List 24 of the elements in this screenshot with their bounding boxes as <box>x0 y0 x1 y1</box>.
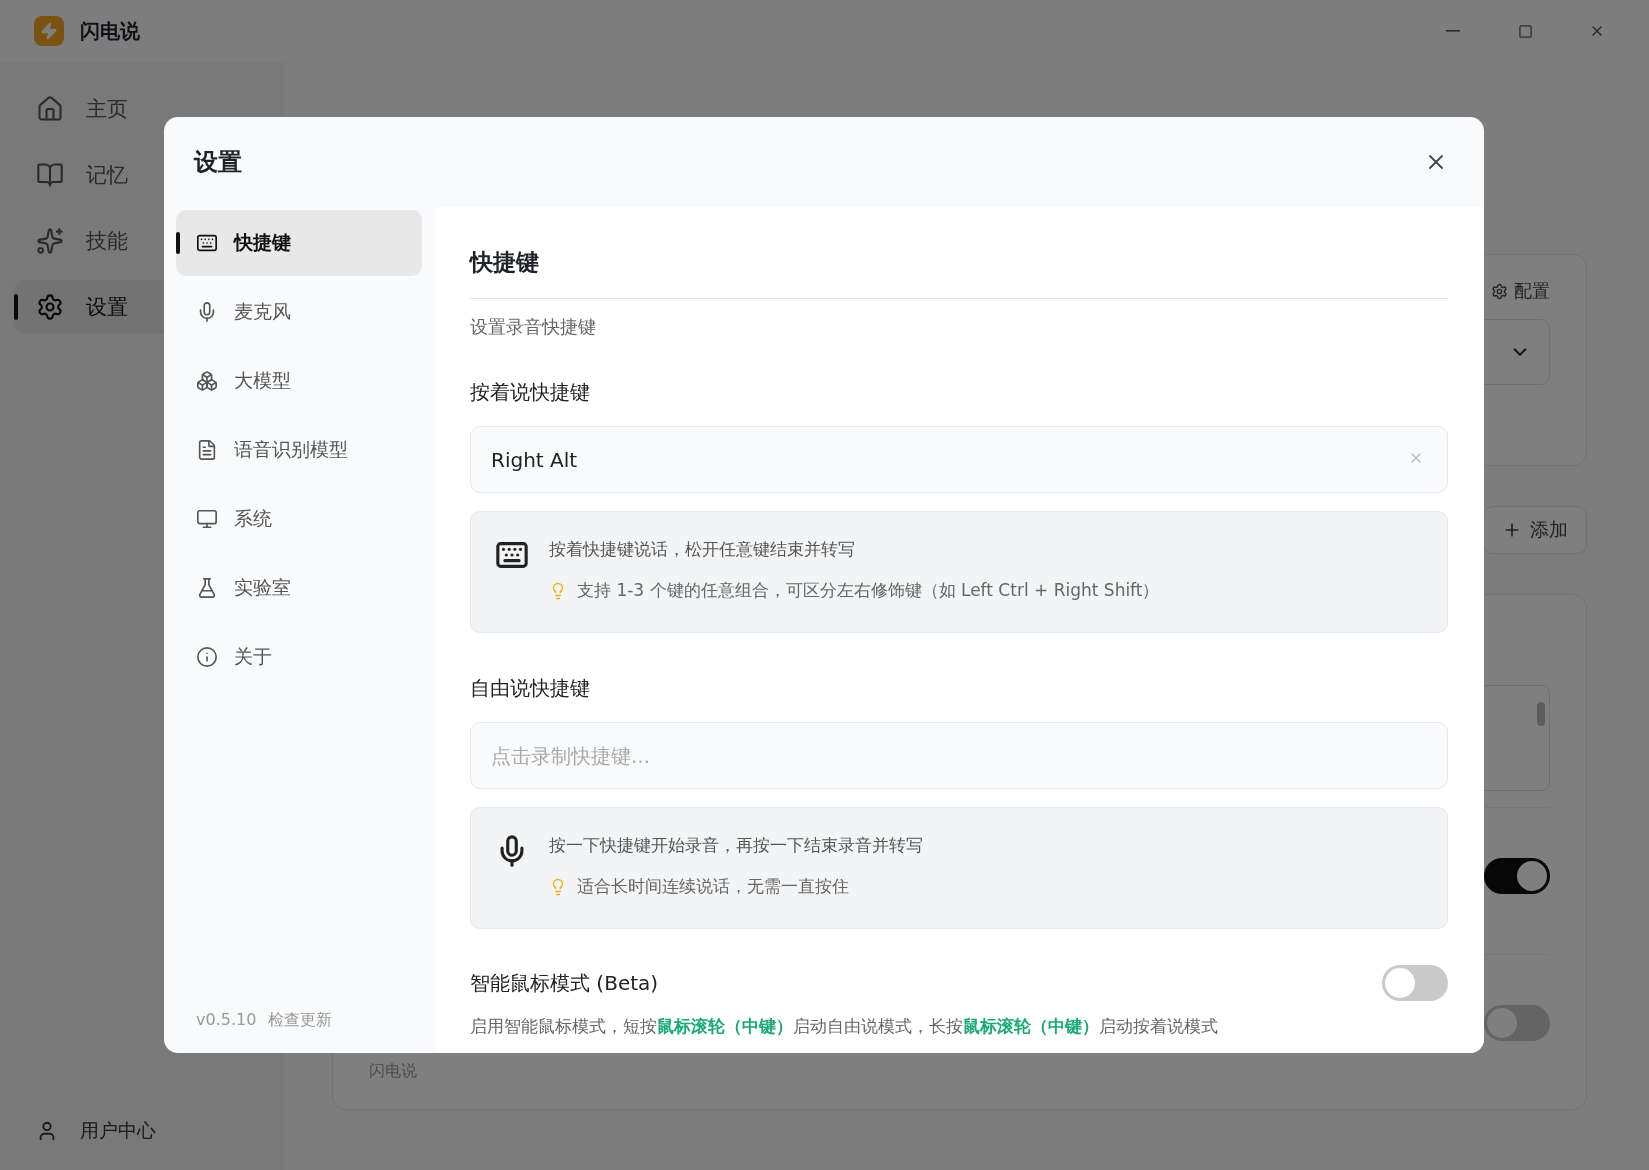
tip-text: 适合长时间连续说话，无需一直按住 <box>577 875 849 898</box>
shortcut-field[interactable]: Right Alt <box>470 426 1448 493</box>
settings-nav-item[interactable]: 语音识别模型 <box>176 417 422 483</box>
user-center-link[interactable]: 用户中心 <box>14 1118 270 1144</box>
setting-description: 启用智能鼠标模式，短按鼠标滚轮（中键）启动自由说模式，长按鼠标滚轮（中键）启动按着说模式 <box>470 1015 1219 1038</box>
section-title: 快捷键 <box>470 247 1448 299</box>
field-label: 自由说快捷键 <box>470 675 591 702</box>
settings-nav-item[interactable]: 系统 <box>176 486 422 552</box>
tip-text: 支持 1-3 个键的任意组合，可区分左右修饰键（如 Left Ctrl + Right Shift） <box>577 579 1160 602</box>
section-subtitle: 设置录音快捷键 <box>470 315 597 339</box>
add-button[interactable]: 添加 <box>1483 506 1587 554</box>
app-title: 闪电说 <box>80 17 141 45</box>
shortcut-field[interactable]: 点击录制快捷键... <box>470 722 1448 789</box>
version-text: v0.5.10 <box>196 1010 257 1031</box>
settings-nav-item[interactable]: 关于 <box>176 624 422 690</box>
field-label: 按着说快捷键 <box>470 379 591 406</box>
dialog-title: 设置 <box>194 147 242 178</box>
info-text: 按着快捷键说话，松开任意键结束并转写 <box>549 538 856 561</box>
settings-nav-item[interactable]: 实验室 <box>176 555 422 621</box>
setting-label: 智能鼠标模式 (Beta) <box>470 969 659 997</box>
info-text: 按一下快捷键开始录音，再按一下结束录音并转写 <box>549 834 923 857</box>
settings-nav-item[interactable]: 大模型 <box>176 348 422 414</box>
settings-nav-item[interactable]: 快捷键 <box>176 210 422 276</box>
config-button[interactable]: 配置 <box>1491 279 1550 303</box>
